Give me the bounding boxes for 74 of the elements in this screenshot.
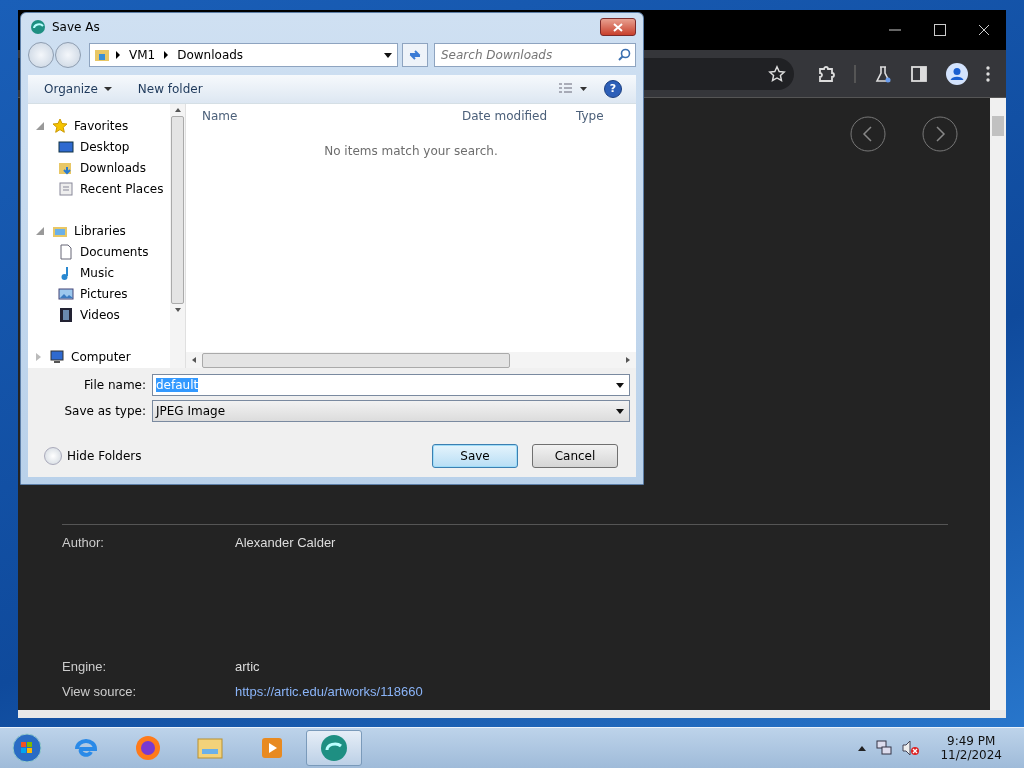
dropdown-arrow-icon[interactable] bbox=[384, 52, 392, 58]
field-label: View source: bbox=[62, 684, 138, 699]
cancel-button[interactable]: Cancel bbox=[532, 443, 618, 468]
nav-item[interactable]: Libraries bbox=[28, 220, 170, 241]
file-type-dropdown[interactable]: JPEG Image bbox=[152, 400, 630, 422]
organize-menu[interactable]: Organize bbox=[38, 80, 118, 98]
nav-item[interactable]: Documents bbox=[28, 241, 170, 262]
folder-icon bbox=[94, 47, 110, 63]
hide-folders-button[interactable]: Hide Folders bbox=[38, 445, 148, 466]
refresh-button[interactable] bbox=[402, 43, 428, 67]
nav-item[interactable]: Pictures bbox=[28, 283, 170, 304]
search-field[interactable]: Search Downloads bbox=[434, 43, 636, 67]
empty-message: No items match your search. bbox=[323, 143, 499, 160]
close-icon[interactable] bbox=[978, 24, 990, 36]
expand-arrow-icon[interactable] bbox=[36, 121, 44, 130]
star-icon bbox=[52, 117, 68, 134]
flask-icon[interactable] bbox=[874, 64, 892, 83]
star-icon[interactable] bbox=[768, 64, 786, 83]
film-icon bbox=[58, 306, 74, 323]
field-label: Engine: bbox=[62, 659, 108, 674]
expand-arrow-icon[interactable] bbox=[36, 226, 44, 235]
network-icon[interactable] bbox=[876, 740, 893, 756]
new-folder-button[interactable]: New folder bbox=[131, 80, 209, 98]
view-options-icon[interactable] bbox=[558, 83, 588, 95]
nav-item[interactable]: Music bbox=[28, 262, 170, 283]
nav-item[interactable]: Recent Places bbox=[28, 178, 170, 199]
nav-item[interactable]: Downloads bbox=[28, 157, 170, 178]
app-icon bbox=[30, 19, 46, 35]
help-button[interactable]: ? bbox=[604, 80, 622, 98]
document-icon bbox=[58, 180, 74, 197]
field-label: Author: bbox=[62, 535, 105, 552]
nav-item[interactable]: Favorites bbox=[28, 115, 170, 136]
profile-icon[interactable] bbox=[946, 62, 968, 85]
document-icon bbox=[58, 243, 74, 260]
horizontal-scrollbar[interactable] bbox=[18, 710, 1006, 718]
clock-time: 9:49 PM bbox=[947, 734, 996, 748]
field-label: File name: bbox=[83, 378, 146, 392]
side-panel-icon[interactable] bbox=[910, 64, 928, 83]
horizontal-scrollbar[interactable] bbox=[186, 352, 636, 368]
nav-item[interactable]: Desktop bbox=[28, 136, 170, 157]
desktop-icon bbox=[58, 138, 74, 155]
clock-date: 11/2/2024 bbox=[940, 748, 1002, 762]
chevron-icon[interactable] bbox=[164, 51, 169, 59]
dialog-title: Save As bbox=[52, 20, 101, 34]
back-forward-buttons[interactable] bbox=[28, 42, 81, 68]
search-icon bbox=[618, 48, 631, 61]
maximize-icon[interactable] bbox=[934, 24, 946, 36]
refresh-icon[interactable] bbox=[407, 48, 423, 62]
menu-icon[interactable] bbox=[986, 65, 990, 82]
field-label: Save as type: bbox=[63, 404, 146, 418]
previous-button[interactable] bbox=[850, 116, 886, 152]
puzzle-icon[interactable] bbox=[818, 64, 836, 83]
picture-icon bbox=[58, 285, 74, 302]
vertical-scrollbar[interactable] bbox=[990, 98, 1006, 710]
nav-item[interactable]: Videos bbox=[28, 304, 170, 325]
field-value: Alexander Calder bbox=[235, 535, 336, 552]
breadcrumb-item[interactable]: Downloads bbox=[177, 48, 244, 62]
source-link[interactable]: https://artic.edu/artworks/118660 bbox=[235, 684, 423, 699]
app-icon[interactable] bbox=[306, 730, 362, 766]
muted-speaker-icon[interactable] bbox=[902, 740, 921, 756]
breadcrumb-item[interactable]: VM1 bbox=[129, 48, 156, 62]
chevron-icon[interactable] bbox=[116, 51, 120, 59]
field-value: artic bbox=[235, 659, 260, 674]
column-header[interactable]: Name bbox=[202, 109, 462, 123]
next-button[interactable] bbox=[922, 116, 958, 152]
vertical-scrollbar[interactable] bbox=[170, 104, 185, 368]
computer-icon bbox=[49, 348, 65, 365]
column-header[interactable]: Type bbox=[576, 109, 604, 123]
close-button[interactable] bbox=[600, 18, 636, 36]
address-bar[interactable]: VM1 Downloads bbox=[89, 43, 398, 67]
save-button[interactable]: Save bbox=[432, 443, 518, 468]
column-header[interactable]: Date modified bbox=[462, 109, 576, 123]
show-hidden-icons-icon[interactable] bbox=[858, 745, 867, 751]
nav-item[interactable]: Computer bbox=[28, 346, 170, 367]
